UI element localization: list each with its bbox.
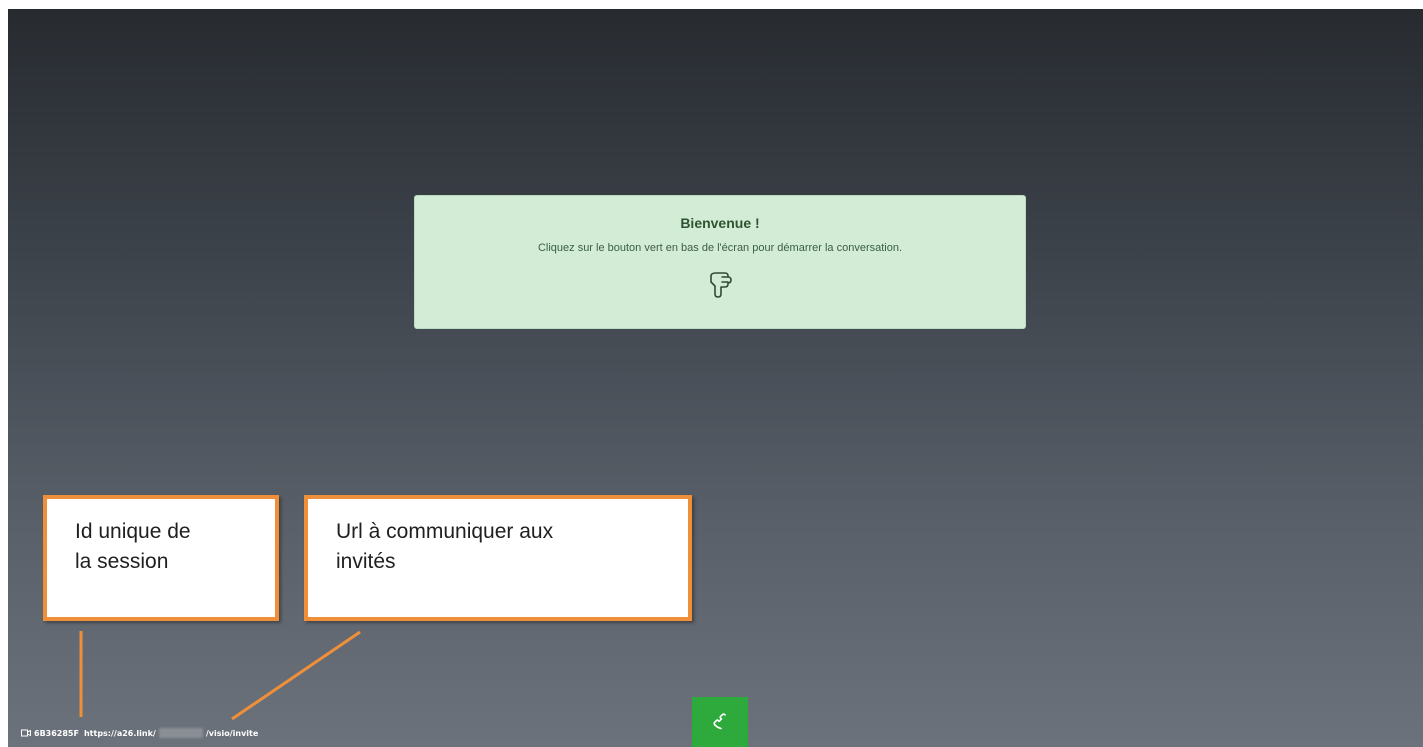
start-call-button[interactable] (692, 697, 748, 747)
url-callout: Url à communiquer aux invités (304, 495, 692, 621)
welcome-message: Cliquez sur le bouton vert en bas de l'é… (537, 242, 903, 254)
callout-text: invités (336, 550, 396, 573)
phone-icon (713, 713, 726, 730)
invite-url-prefix[interactable]: https://a26.link/ (84, 729, 156, 738)
callout-text: Url à communiquer aux (336, 520, 554, 543)
welcome-title: Bienvenue ! (680, 215, 760, 231)
callout-connectors (79, 630, 361, 721)
welcome-card: Bienvenue ! Cliquez sur le bouton vert e… (414, 195, 1026, 329)
camera-icon (21, 729, 31, 737)
callout-text: la session (75, 550, 169, 573)
video-session-screen: Bienvenue ! Cliquez sur le bouton vert e… (8, 9, 1423, 747)
invite-url-suffix[interactable]: /visio/invite (206, 729, 258, 738)
callout-text: Id unique de (75, 520, 191, 543)
session-info-bar: 6B36285F https://a26.link/ /visio/invite (21, 726, 258, 740)
session-id-callout: Id unique de la session (43, 495, 279, 621)
url-connector (231, 630, 361, 721)
session-id: 6B36285F (34, 728, 79, 738)
hand-pointing-down-icon (710, 272, 732, 298)
redacted-url-segment (158, 728, 203, 738)
